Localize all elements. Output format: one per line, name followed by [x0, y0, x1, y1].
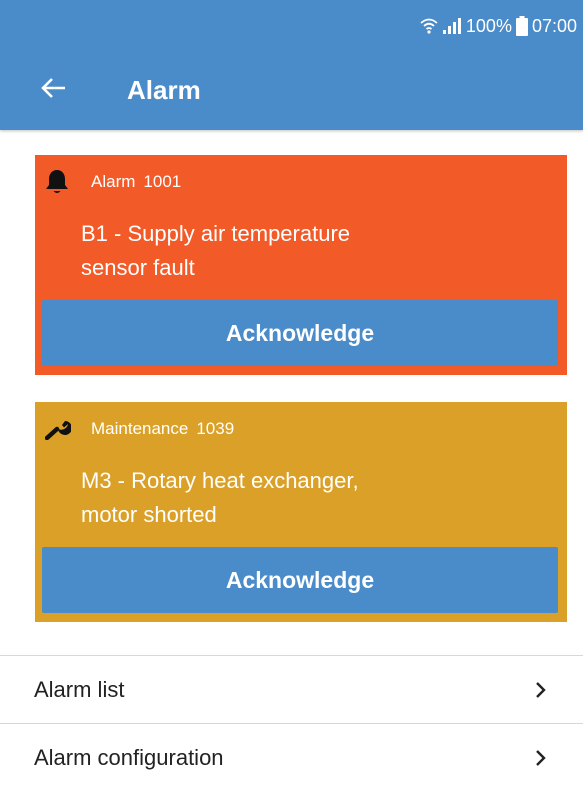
battery-level: 100%	[465, 15, 512, 36]
arrow-left-icon	[41, 77, 67, 104]
maintenance-description: M3 - Rotary heat exchanger, motor shorte…	[81, 464, 501, 532]
page-title: Alarm	[127, 75, 201, 105]
status-bar: 100% 07:00	[420, 14, 577, 38]
card-type: Alarm	[91, 172, 136, 191]
menu-item-alarm-configuration[interactable]: Alarm configuration	[0, 724, 583, 791]
menu-item-alarm-list[interactable]: Alarm list	[0, 656, 583, 723]
wifi-icon	[420, 17, 438, 35]
back-button[interactable]	[36, 72, 72, 108]
card-header: Alarm 1001	[45, 167, 181, 197]
description-line: sensor fault	[81, 255, 195, 280]
bell-icon	[45, 167, 77, 197]
clock-time: 07:00	[531, 15, 577, 36]
description-line: motor shorted	[81, 502, 217, 527]
acknowledge-button[interactable]: Acknowledge	[42, 300, 558, 366]
description-line: B1 - Supply air temperature	[81, 221, 351, 246]
alarm-description: B1 - Supply air temperature sensor fault	[81, 217, 501, 285]
menu-item-label: Alarm configuration	[34, 744, 224, 770]
chevron-right-icon	[535, 680, 549, 700]
menu-list: Alarm list Alarm configuration	[0, 655, 583, 791]
chevron-right-icon	[535, 748, 549, 768]
card-type: Maintenance	[91, 419, 189, 438]
acknowledge-button[interactable]: Acknowledge	[42, 547, 558, 613]
signal-icon	[442, 17, 462, 35]
card-code: 1001	[143, 172, 182, 191]
app-bar: 100% 07:00 Alarm	[0, 0, 583, 130]
alarm-card: Alarm 1001 B1 - Supply air temperature s…	[35, 155, 567, 375]
wrench-icon	[45, 414, 77, 444]
menu-item-label: Alarm list	[34, 676, 125, 702]
card-header: Maintenance 1039	[45, 414, 234, 444]
card-code: 1039	[196, 419, 235, 438]
battery-icon	[515, 16, 528, 36]
maintenance-card: Maintenance 1039 M3 - Rotary heat exchan…	[35, 402, 567, 622]
description-line: M3 - Rotary heat exchanger,	[81, 468, 359, 493]
